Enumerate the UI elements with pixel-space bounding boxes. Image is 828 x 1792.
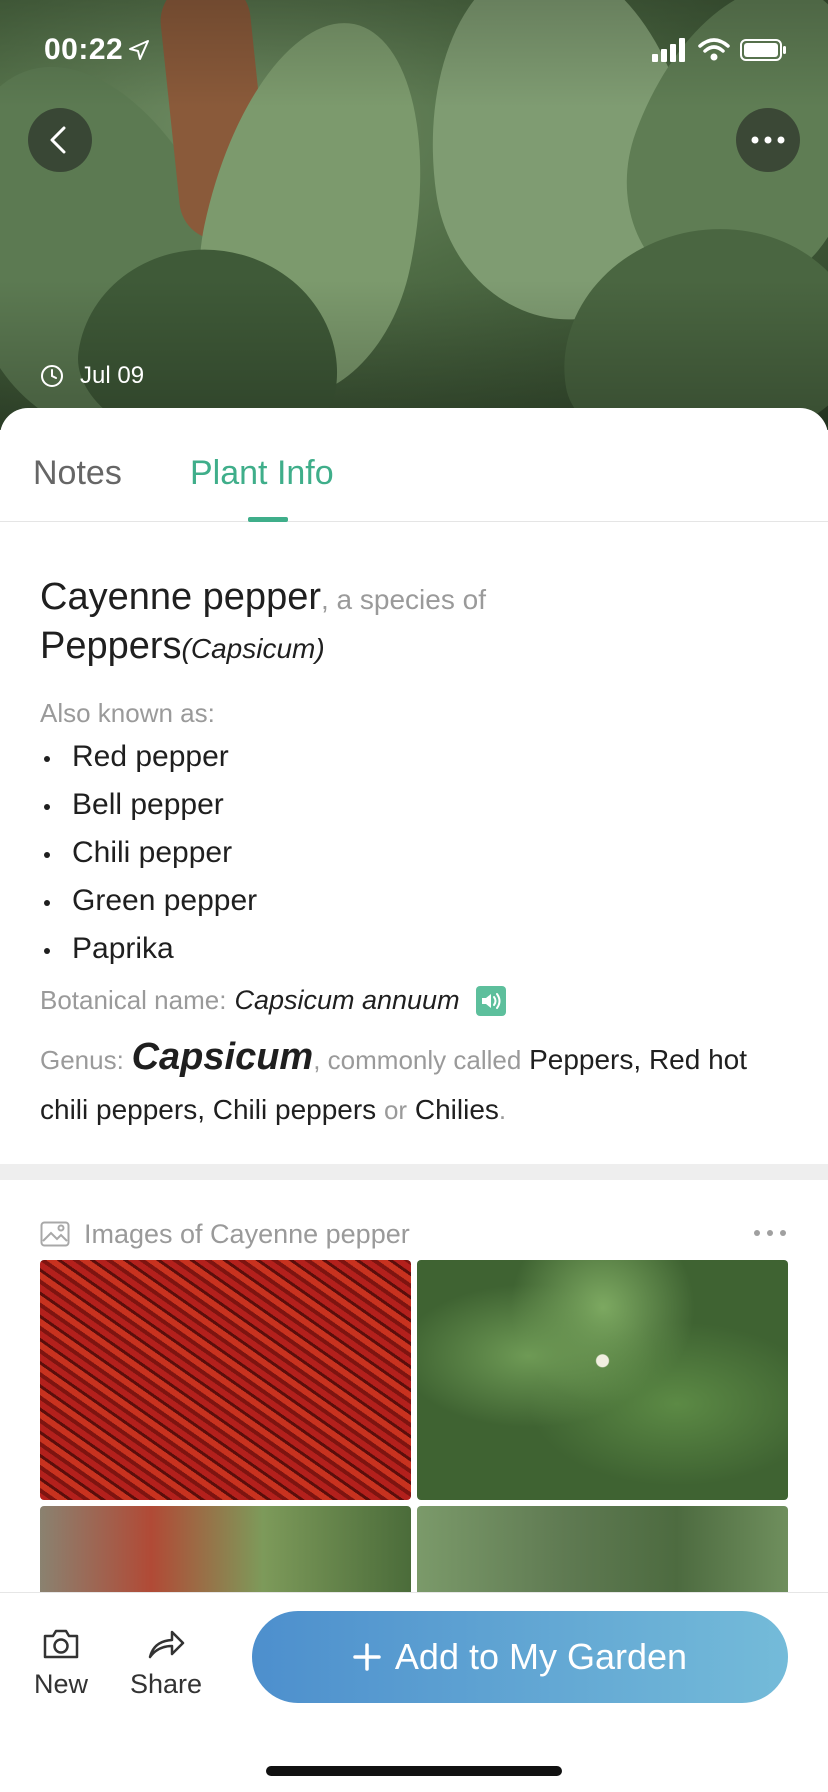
list-item: Bell pepper <box>40 781 792 829</box>
location-arrow-icon <box>129 40 150 60</box>
section-divider <box>0 1164 828 1180</box>
list-item: Green pepper <box>40 877 792 925</box>
share-button[interactable]: Share <box>130 1627 202 1700</box>
plant-headline: Cayenne pepper, a species of Peppers(Cap… <box>40 574 792 672</box>
genus-row: Genus: Capsicum, commonly called Peppers… <box>40 1032 792 1135</box>
new-button[interactable]: New <box>34 1627 88 1700</box>
content-sheet: Notes Plant Info Cayenne pepper, a speci… <box>0 408 828 1792</box>
tab-plant-info[interactable]: Plant Info <box>190 454 334 493</box>
genus-scientific: (Capsicum) <box>181 633 325 664</box>
back-button[interactable] <box>28 108 92 172</box>
or-text: or <box>383 1095 408 1125</box>
ellipsis-icon <box>751 136 785 144</box>
share-label: Share <box>130 1669 203 1699</box>
image-icon <box>40 1221 70 1247</box>
tab-notes[interactable]: Notes <box>33 454 122 493</box>
species-of-text: , a species of <box>321 584 486 615</box>
photo-date: Jul 09 <box>40 362 144 390</box>
botanical-name-row: Botanical name: Capsicum annuum <box>40 985 792 1016</box>
chevron-left-icon <box>50 126 66 154</box>
botanical-label: Botanical name: <box>40 985 227 1015</box>
pronounce-button[interactable] <box>475 985 506 1016</box>
genus-name: Capsicum <box>131 1036 314 1078</box>
speaker-icon <box>481 992 501 1009</box>
more-options-button[interactable] <box>736 108 800 172</box>
tab-bar: Notes Plant Info <box>0 408 828 522</box>
share-arrow-icon <box>148 1630 185 1659</box>
add-to-garden-button[interactable]: Add to My Garden <box>252 1611 788 1703</box>
camera-icon <box>43 1629 79 1659</box>
add-to-garden-label: Add to My Garden <box>394 1636 688 1677</box>
plant-info: Cayenne pepper, a species of Peppers(Cap… <box>40 574 792 1135</box>
ellipsis-icon <box>754 1230 786 1236</box>
signal-icon <box>652 38 685 62</box>
plant-image-leaves-flower[interactable] <box>417 1260 788 1500</box>
genus-label: Genus: <box>40 1045 124 1075</box>
common-names-b: Chilies <box>414 1094 499 1125</box>
commonly-called-text: , commonly called <box>313 1045 522 1075</box>
status-time: 00:22 <box>44 33 124 66</box>
images-more-button[interactable] <box>752 1214 788 1245</box>
battery-icon <box>740 39 786 61</box>
common-name: Cayenne pepper <box>40 576 321 618</box>
wifi-icon <box>698 38 730 61</box>
plant-image-chili-pile[interactable] <box>40 1260 411 1500</box>
list-item: Chili pepper <box>40 829 792 877</box>
bottom-action-bar: New Share Add to My Garden <box>0 1592 828 1792</box>
botanical-name: Capsicum annuum <box>234 985 460 1015</box>
new-label: New <box>34 1669 89 1699</box>
list-item: Paprika <box>40 925 792 973</box>
aka-list: Red pepper Bell pepper Chili pepper Gree… <box>40 733 792 973</box>
tab-active-indicator <box>248 517 288 522</box>
aka-label: Also known as: <box>40 698 215 728</box>
plus-icon <box>353 1643 381 1671</box>
period-text: . <box>498 1095 507 1125</box>
genus-common: Peppers <box>40 625 182 667</box>
plant-image-green-pepper[interactable] <box>417 1506 788 1606</box>
status-bar: 00:22 <box>44 30 788 70</box>
images-section-header: Images of Cayenne pepper <box>40 1214 792 1254</box>
list-item: Red pepper <box>40 733 792 781</box>
images-section-title: Images of Cayenne pepper <box>84 1218 410 1249</box>
photo-date-text: Jul 09 <box>80 362 145 389</box>
home-indicator <box>266 1766 562 1776</box>
clock-icon <box>41 365 63 387</box>
plant-image-red-pepper[interactable] <box>40 1506 411 1606</box>
